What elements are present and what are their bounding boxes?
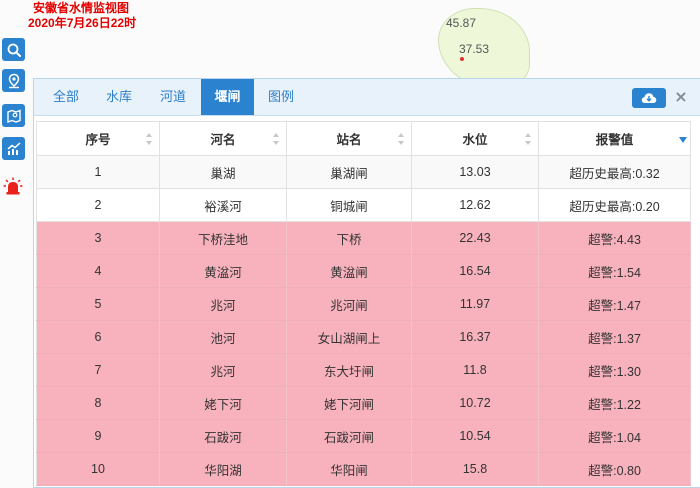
cell-station: 华阳闸	[287, 453, 412, 485]
map-layer-button[interactable]	[2, 104, 25, 127]
table-row-alarm[interactable]: 10 华阳湖 华阳闸 15.8 超警:0.80	[36, 453, 691, 486]
cell-river: 姥下河	[160, 387, 287, 419]
table-row-alarm[interactable]: 4 黄湓河 黄湓闸 16.54 超警:1.54	[36, 255, 691, 288]
cell-water-level: 10.54	[412, 420, 539, 452]
station-table: 序号 河名 站名 水位 报警值 1 巢湖 巢湖闸 13.03 超历史最高:0.3…	[36, 121, 691, 486]
tab-weir-gate[interactable]: 堰闸	[201, 79, 254, 115]
cell-index: 10	[36, 453, 160, 485]
map-title-date: 2020年7月26日22时	[28, 16, 137, 30]
cell-water-level: 11.97	[412, 288, 539, 320]
cell-alarm: 超警:1.30	[539, 354, 691, 386]
cell-index: 2	[36, 189, 160, 221]
location-pin-icon	[8, 73, 19, 88]
cell-station: 姥下河闸	[287, 387, 412, 419]
table-row-alarm[interactable]: 9 石跋河 石跋河闸 10.54 超警:1.04	[36, 420, 691, 453]
cell-index: 1	[36, 156, 160, 188]
cell-station: 巢湖闸	[287, 156, 412, 188]
alarm-light-icon[interactable]	[3, 177, 23, 197]
cell-river: 石跋河	[160, 420, 287, 452]
chart-icon	[7, 141, 21, 155]
cell-alarm: 超历史最高:0.32	[539, 156, 691, 188]
tab-river[interactable]: 河道	[151, 79, 195, 115]
cell-station: 东大圩闸	[287, 354, 412, 386]
cell-station: 兆河闸	[287, 288, 412, 320]
download-button[interactable]	[632, 88, 666, 108]
cell-water-level: 16.54	[412, 255, 539, 287]
cell-water-level: 11.8	[412, 354, 539, 386]
cell-index: 4	[36, 255, 160, 287]
cell-index: 8	[36, 387, 160, 419]
cell-alarm: 超警:0.80	[539, 453, 691, 485]
cell-alarm: 超警:1.47	[539, 288, 691, 320]
cell-river: 华阳湖	[160, 453, 287, 485]
cell-river: 黄湓河	[160, 255, 287, 287]
cloud-download-icon	[641, 93, 657, 103]
sort-icon	[398, 133, 405, 145]
cell-station: 铜城闸	[287, 189, 412, 221]
cell-station: 女山湖闸上	[287, 321, 412, 353]
cell-water-level: 12.62	[412, 189, 539, 221]
cell-river: 下桥洼地	[160, 222, 287, 254]
column-header-index[interactable]: 序号	[36, 122, 160, 155]
tab-all[interactable]: 全部	[44, 79, 88, 115]
column-header-water-level[interactable]: 水位	[412, 122, 539, 155]
map-icon	[6, 108, 21, 123]
sort-icon	[525, 133, 532, 145]
cell-water-level: 15.8	[412, 453, 539, 485]
tab-bar: 全部 水库 河道 堰闸 图例 ×	[34, 79, 700, 116]
table-row-alarm[interactable]: 5 兆河 兆河闸 11.97 超警:1.47	[36, 288, 691, 321]
location-button[interactable]	[2, 69, 25, 92]
cell-river: 池河	[160, 321, 287, 353]
table-row-alarm[interactable]: 6 池河 女山湖闸上 16.37 超警:1.37	[36, 321, 691, 354]
search-icon	[7, 43, 21, 57]
column-header-alarm[interactable]: 报警值	[539, 122, 691, 155]
cell-index: 9	[36, 420, 160, 452]
table-row-alarm[interactable]: 8 姥下河 姥下河闸 10.72 超警:1.22	[36, 387, 691, 420]
cell-water-level: 10.72	[412, 387, 539, 419]
cell-index: 3	[36, 222, 160, 254]
sort-desc-icon	[679, 137, 687, 143]
close-button[interactable]: ×	[672, 87, 690, 107]
cell-index: 5	[36, 288, 160, 320]
cell-water-level: 22.43	[412, 222, 539, 254]
table-header: 序号 河名 站名 水位 报警值	[36, 121, 691, 156]
table-row-alarm[interactable]: 3 下桥洼地 下桥 22.43 超警:4.43	[36, 222, 691, 255]
search-button[interactable]	[2, 38, 25, 61]
station-panel: 全部 水库 河道 堰闸 图例 × 序号 河名 站名 水位 报警值 1 巢湖 巢湖…	[33, 78, 700, 488]
map-title: 安徽省水情监视图 2020年7月26日22时	[28, 1, 136, 31]
cell-river: 兆河	[160, 288, 287, 320]
cell-station: 下桥	[287, 222, 412, 254]
cell-alarm: 超警:4.43	[539, 222, 691, 254]
cell-alarm: 超警:1.37	[539, 321, 691, 353]
tab-legend[interactable]: 图例	[259, 79, 303, 115]
cell-station: 石跋河闸	[287, 420, 412, 452]
cell-alarm: 超警:1.04	[539, 420, 691, 452]
cell-alarm: 超警:1.22	[539, 387, 691, 419]
column-header-station[interactable]: 站名	[287, 122, 412, 155]
cell-alarm: 超警:1.54	[539, 255, 691, 287]
tab-reservoir[interactable]: 水库	[97, 79, 141, 115]
table-row[interactable]: 1 巢湖 巢湖闸 13.03 超历史最高:0.32	[36, 156, 691, 189]
chart-button[interactable]	[2, 137, 25, 160]
map-station-label: 37.53	[459, 42, 490, 56]
table-row-alarm[interactable]: 7 兆河 东大圩闸 11.8 超警:1.30	[36, 354, 691, 387]
sort-icon	[146, 133, 153, 145]
cell-index: 7	[36, 354, 160, 386]
cell-alarm: 超历史最高:0.20	[539, 189, 691, 221]
map-station-marker[interactable]	[460, 57, 464, 61]
cell-water-level: 13.03	[412, 156, 539, 188]
cell-water-level: 16.37	[412, 321, 539, 353]
sort-icon	[273, 133, 280, 145]
cell-river: 兆河	[160, 354, 287, 386]
map-station-label: 45.87	[446, 16, 477, 30]
cell-index: 6	[36, 321, 160, 353]
column-header-river[interactable]: 河名	[160, 122, 287, 155]
cell-river: 裕溪河	[160, 189, 287, 221]
table-row[interactable]: 2 裕溪河 铜城闸 12.62 超历史最高:0.20	[36, 189, 691, 222]
map-title-main: 安徽省水情监视图	[33, 1, 130, 15]
cell-river: 巢湖	[160, 156, 287, 188]
cell-station: 黄湓闸	[287, 255, 412, 287]
